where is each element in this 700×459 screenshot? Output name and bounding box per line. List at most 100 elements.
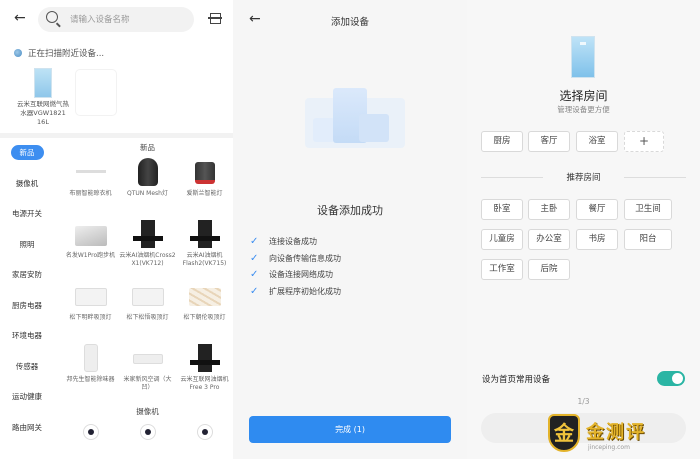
- found-device-card[interactable]: 云米互联网燃气热水器VGW1821 16L: [14, 68, 72, 127]
- search-icon: [46, 11, 58, 23]
- product-label: 布丽智能晾衣机: [69, 190, 112, 197]
- recommended-room-chip[interactable]: 主卧: [528, 199, 570, 220]
- product-image: [72, 218, 110, 250]
- camera-image: [82, 424, 99, 440]
- product-image: [129, 156, 167, 188]
- recommended-room-chip[interactable]: 后院: [528, 259, 570, 280]
- step-label: 连接设备成功: [269, 237, 317, 246]
- product-cell[interactable]: 松下松悟吸顶灯: [119, 278, 176, 340]
- category-item[interactable]: 运动健康: [0, 382, 54, 413]
- done-button[interactable]: 完成 (1): [249, 416, 451, 443]
- category-item[interactable]: 家居安防: [0, 260, 54, 291]
- room-chip[interactable]: 浴室: [576, 131, 618, 152]
- product-cell[interactable]: 布丽智能晾衣机: [62, 154, 119, 216]
- category-label: 家居安防: [12, 270, 42, 279]
- water-heater-image: [571, 36, 595, 78]
- category-item[interactable]: 路由网关: [0, 413, 54, 444]
- empty-device-card: [76, 70, 116, 115]
- camera-image: [139, 424, 156, 440]
- back-arrow-icon[interactable]: ←: [14, 10, 26, 26]
- category-label: 电源开关: [12, 209, 42, 218]
- recommended-room-chip[interactable]: 卧室: [481, 199, 523, 220]
- check-icon: ✓: [250, 285, 259, 297]
- product-cell[interactable]: 云米互联网油烟机 Free 3 Pro: [176, 340, 233, 402]
- product-cell[interactable]: 米家新风空调（大凹）: [119, 340, 176, 402]
- product-cell[interactable]: [62, 418, 119, 459]
- product-cell[interactable]: 名发W1Pro跑步机: [62, 216, 119, 278]
- product-grid-items: 布丽智能晾衣机 QTUN Mesh灯 爱斯兰智能灯 名发W1Pro跑步机 云米AI油烟机…: [62, 154, 233, 402]
- step-item: ✓ 扩展程序初始化成功: [250, 284, 341, 301]
- search-input[interactable]: 请输入设备名称: [38, 7, 194, 32]
- category-item[interactable]: 电源开关: [0, 199, 54, 230]
- search-placeholder: 请输入设备名称: [70, 15, 130, 25]
- product-cell[interactable]: 云米AI油烟机Cross2 X1(VK712): [119, 216, 176, 278]
- room-chip[interactable]: 厨房: [481, 131, 523, 152]
- product-image: [129, 342, 167, 374]
- step-item: ✓ 设备连接网络成功: [250, 267, 341, 284]
- section-title-new: 新品: [140, 143, 155, 152]
- product-cell[interactable]: 云米AI油烟机 Flash2(VK715): [176, 216, 233, 278]
- found-device-label: 云米互联网燃气热水器VGW1821 16L: [17, 100, 69, 126]
- page-title: 添加设备: [330, 17, 369, 28]
- product-image: [186, 342, 224, 374]
- category-item[interactable]: 环境电器: [0, 321, 54, 352]
- product-label: 松下松悟吸顶灯: [126, 314, 169, 321]
- step-item: ✓ 向设备传输信息成功: [250, 251, 341, 268]
- product-image: [129, 280, 167, 312]
- category-item[interactable]: 摄像机: [0, 169, 54, 200]
- camera-image: [196, 424, 213, 440]
- scan-icon[interactable]: [208, 13, 222, 24]
- product-image: [72, 342, 110, 374]
- category-label: 传感器: [15, 361, 39, 371]
- water-heater-image: [34, 68, 52, 98]
- category-list: 新品摄像机电源开关照明家居安防厨房电器环境电器传感器运动健康 路由网关: [0, 138, 54, 443]
- category-label: 厨房电器: [12, 300, 42, 310]
- product-image: [186, 156, 224, 188]
- success-title: 设备添加成功: [317, 204, 383, 217]
- scan-status: 正在扫描附近设备...: [14, 47, 104, 59]
- room-title: 选择房间: [559, 89, 608, 103]
- recommended-room-chip[interactable]: 餐厅: [576, 199, 618, 220]
- scanning-icon: [14, 49, 22, 57]
- search-header: ← 请输入设备名称: [0, 0, 233, 38]
- product-cell[interactable]: 松下朝伦吸顶灯: [176, 278, 233, 340]
- product-cell[interactable]: [176, 418, 233, 459]
- product-cell[interactable]: 松下明畔吸顶灯: [62, 278, 119, 340]
- product-label: 松下朝伦吸顶灯: [183, 314, 226, 321]
- recommended-room-chip[interactable]: 书房: [576, 229, 618, 250]
- product-label: 云米AI油烟机Cross2 X1(VK712): [119, 252, 176, 267]
- category-item[interactable]: 照明: [0, 230, 54, 261]
- recommended-room-chip[interactable]: 工作室: [481, 259, 523, 280]
- category-label: 环境电器: [12, 331, 42, 340]
- add-room-button[interactable]: +: [624, 131, 664, 152]
- product-label: 米家新风空调（大凹）: [123, 376, 172, 391]
- devices-illustration: [305, 88, 405, 158]
- recommended-room-chip[interactable]: 办公室: [528, 229, 570, 250]
- step-label: 扩展程序初始化成功: [269, 286, 341, 296]
- product-image: [186, 280, 224, 312]
- category-item[interactable]: 传感器: [0, 352, 54, 383]
- add-device-panel: ← 添加设备 设备添加成功 ✓ 连接设备成功 ✓ 向设备传输信息成功 ✓ 设备连接网络成功…: [233, 0, 467, 459]
- page-indicator: 1/3: [577, 397, 590, 406]
- product-cell[interactable]: QTUN Mesh灯: [119, 154, 176, 216]
- step-label: 向设备传输信息成功: [269, 253, 341, 263]
- watermark-text: 金测评: [586, 422, 646, 443]
- product-cell[interactable]: [119, 418, 176, 459]
- product-label: 云米互联网油烟机 Free 3 Pro: [180, 376, 229, 391]
- product-image: [186, 218, 224, 250]
- check-icon: ✓: [250, 236, 259, 247]
- product-cell[interactable]: 邦先生智能除味器: [62, 340, 119, 402]
- product-image: [72, 156, 110, 188]
- recommended-room-chip[interactable]: 卫生间: [624, 199, 672, 220]
- room-chip[interactable]: 客厅: [528, 131, 570, 152]
- scan-status-text: 正在扫描附近设备...: [28, 49, 105, 59]
- product-image: [72, 280, 110, 312]
- recommended-room-chip[interactable]: 阳台: [624, 229, 672, 250]
- favorite-toggle[interactable]: [657, 371, 685, 386]
- category-item[interactable]: 厨房电器: [0, 291, 54, 322]
- product-cell[interactable]: 爱斯兰智能灯: [176, 154, 233, 216]
- section-title-camera: 摄像机: [136, 407, 159, 416]
- category-item[interactable]: 新品: [0, 138, 54, 169]
- category-label: 新品: [10, 145, 44, 160]
- recommended-room-chip[interactable]: 儿童房: [481, 229, 523, 250]
